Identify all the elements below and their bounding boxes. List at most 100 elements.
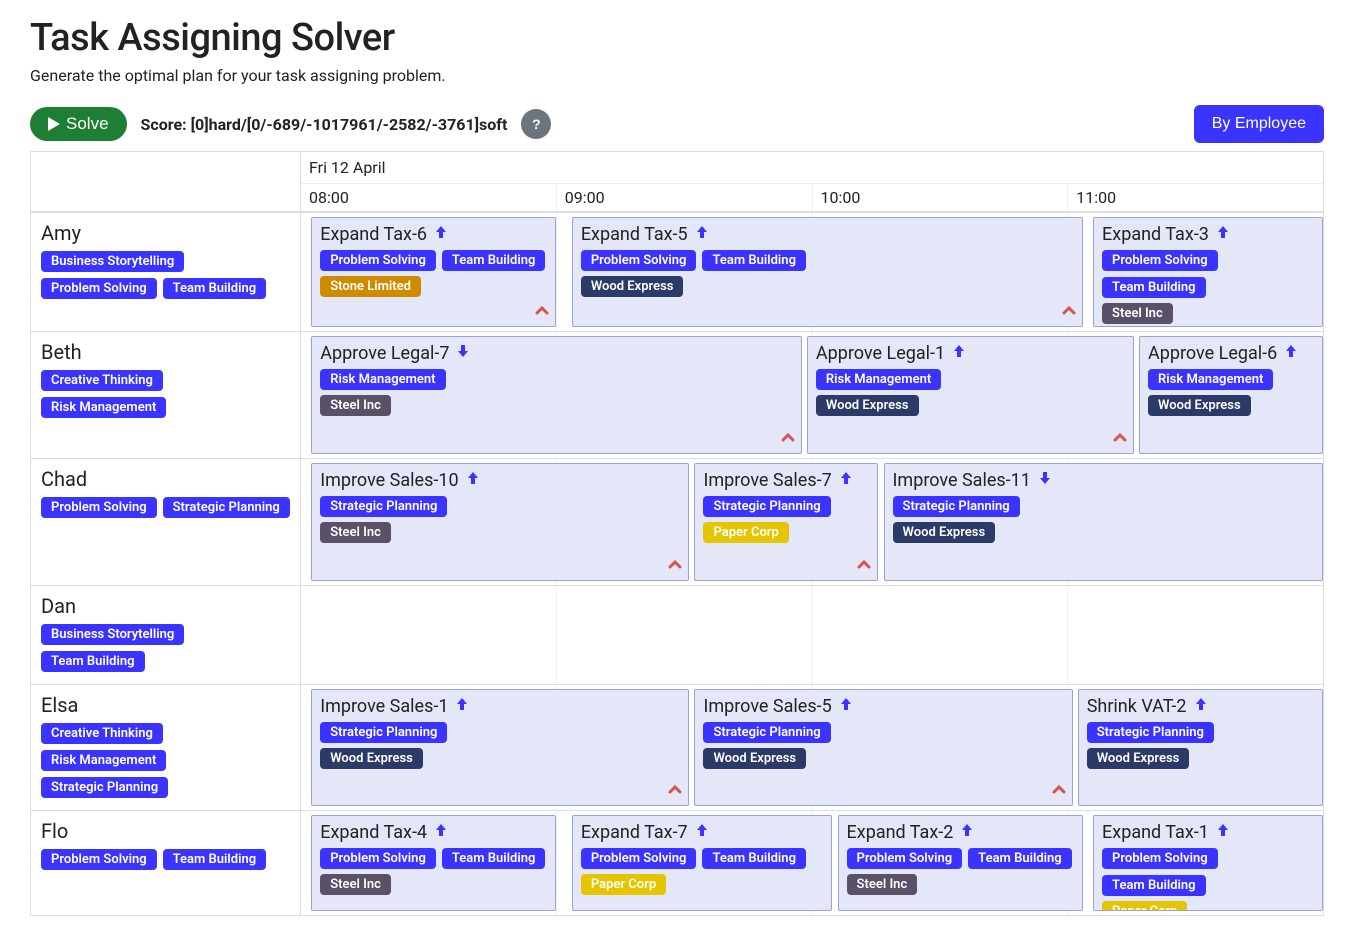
arrow-up-icon <box>454 696 470 717</box>
timeline-date: Fri 12 April <box>301 152 1323 184</box>
page-subtitle: Generate the optimal plan for your task … <box>30 66 1324 85</box>
arrow-up-icon <box>694 224 710 245</box>
employee-sidebar: AmyBusiness StorytellingProblem SolvingT… <box>31 213 301 331</box>
chevron-up-icon <box>781 430 795 449</box>
arrow-up-icon <box>1215 224 1231 245</box>
task-skill-badge: Problem Solving <box>320 848 436 869</box>
task-card[interactable]: Improve Sales-7 Strategic Planning Paper C… <box>694 463 878 581</box>
task-card[interactable]: Improve Sales-10 Strategic Planning Steel … <box>311 463 689 581</box>
task-skill-badge: Problem Solving <box>1102 848 1218 869</box>
task-skill-badge: Strategic Planning <box>1087 722 1214 743</box>
arrow-up-icon <box>433 224 449 245</box>
task-title: Shrink VAT-2 <box>1087 696 1187 717</box>
company-badge: Steel Inc <box>1102 303 1173 324</box>
task-card[interactable]: Expand Tax-3Problem SolvingTeam Building… <box>1093 217 1323 327</box>
task-title: Expand Tax-6 <box>320 224 427 245</box>
play-icon <box>48 117 60 131</box>
employee-lane[interactable]: Improve Sales-1Strategic PlanningWood Ex… <box>301 685 1323 810</box>
score-text: Score: [0]hard/[0/-689/-1017961/-2582/-3… <box>141 115 508 134</box>
timeline-header-spacer <box>31 152 301 211</box>
employee-sidebar: ChadProblem SolvingStrategic Planning <box>31 459 301 585</box>
task-skill-badge: Strategic Planning <box>893 496 1020 517</box>
skill-badge: Strategic Planning <box>41 777 168 798</box>
task-skill-badge: Team Building <box>1102 277 1206 298</box>
task-skill-badge: Risk Management <box>1148 369 1273 390</box>
arrow-up-icon <box>1193 696 1209 717</box>
skill-badge: Creative Thinking <box>41 723 163 744</box>
task-skill-badge: Strategic Planning <box>320 722 447 743</box>
task-title: Improve Sales-5 <box>703 696 831 717</box>
employee-row: BethCreative ThinkingRisk Management Appr… <box>31 331 1323 458</box>
task-skill-badge: Team Building <box>968 848 1072 869</box>
skill-badge: Business Storytelling <box>41 624 184 645</box>
schedule-grid: Fri 12 April 08:0009:0010:0011:00 AmyBus… <box>30 151 1324 916</box>
employee-lane[interactable]: Improve Sales-10 Strategic Planning Steel … <box>301 459 1323 585</box>
task-card[interactable]: Approve Legal-1Risk ManagementWood Expre… <box>807 336 1134 454</box>
help-button[interactable]: ? <box>521 109 551 139</box>
timeline-header: Fri 12 April 08:0009:0010:0011:00 <box>31 152 1323 212</box>
task-skill-badge: Team Building <box>442 848 546 869</box>
task-card[interactable]: Expand Tax-4Problem SolvingTeam Building… <box>311 815 556 911</box>
task-card[interactable]: Improve Sales-5 Strategic Planning Wood Ex… <box>694 689 1072 806</box>
hour-label: 11:00 <box>1067 184 1323 211</box>
chevron-up-icon <box>1052 782 1066 801</box>
task-skill-badge: Strategic Planning <box>320 496 447 517</box>
task-card[interactable]: Expand Tax-5Problem SolvingTeam Building… <box>572 217 1083 327</box>
task-skill-badge: Team Building <box>442 250 546 271</box>
task-skill-badge: Problem Solving <box>581 848 697 869</box>
task-title: Approve Legal-7 <box>320 343 449 364</box>
task-title: Approve Legal-6 <box>1148 343 1277 364</box>
company-badge: Wood Express <box>703 748 806 769</box>
arrow-up-icon <box>433 822 449 843</box>
task-title: Improve Sales-10 <box>320 470 458 491</box>
task-title: Expand Tax-7 <box>581 822 688 843</box>
employee-sidebar: BethCreative ThinkingRisk Management <box>31 332 301 458</box>
arrow-up-icon <box>465 470 481 491</box>
task-title: Expand Tax-2 <box>847 822 954 843</box>
skill-badge: Risk Management <box>41 397 166 418</box>
employee-lane[interactable]: Expand Tax-6 Problem Solving Team Building… <box>301 213 1323 331</box>
task-skill-badge: Strategic Planning <box>703 496 830 517</box>
employee-row: ChadProblem SolvingStrategic PlanningImp… <box>31 458 1323 585</box>
employee-row: Elsa Creative Thinking Risk Management Stra… <box>31 684 1323 810</box>
task-card[interactable]: Improve Sales-11Strategic PlanningWood E… <box>884 463 1323 581</box>
company-badge: Stone Limited <box>320 276 421 297</box>
solve-button[interactable]: Solve <box>30 107 127 141</box>
chevron-up-icon <box>668 782 682 801</box>
task-card[interactable]: Improve Sales-1Strategic PlanningWood Ex… <box>311 689 689 806</box>
task-card[interactable]: Expand Tax-2 Problem SolvingTeam Building… <box>838 815 1083 911</box>
task-card[interactable]: Shrink VAT-2 Strategic Planning Wood Expre… <box>1078 689 1323 806</box>
task-title: Improve Sales-11 <box>893 470 1031 491</box>
skill-badge: Risk Management <box>41 750 166 771</box>
task-skill-badge: Problem Solving <box>581 250 697 271</box>
company-badge: Wood Express <box>816 395 919 416</box>
task-skill-badge: Risk Management <box>320 369 445 390</box>
task-title: Approve Legal-1 <box>816 343 945 364</box>
employee-row: FloProblem SolvingTeam BuildingExpand Ta… <box>31 810 1323 915</box>
task-card[interactable]: Approve Legal-6Risk ManagementWood Expre… <box>1139 336 1323 454</box>
company-badge: Wood Express <box>320 748 423 769</box>
employee-name: Chad <box>41 467 290 491</box>
employee-name: Elsa <box>41 693 290 717</box>
employee-sidebar: FloProblem SolvingTeam Building <box>31 811 301 915</box>
company-badge: Wood Express <box>1087 748 1190 769</box>
task-card[interactable]: Expand Tax-6Problem SolvingTeam Building… <box>311 217 556 327</box>
view-by-employee-button[interactable]: By Employee <box>1194 105 1324 143</box>
skill-badge: Business Storytelling <box>41 251 184 272</box>
task-title: Improve Sales-7 <box>703 470 831 491</box>
task-skill-badge: Strategic Planning <box>703 722 830 743</box>
company-badge: Steel Inc <box>320 522 391 543</box>
employee-lane[interactable] <box>301 586 1323 684</box>
task-card[interactable]: Expand Tax-7Problem SolvingTeam Building… <box>572 815 833 911</box>
company-badge: Steel Inc <box>320 874 391 895</box>
company-badge: Paper Corp <box>1102 901 1187 911</box>
company-badge: Wood Express <box>581 276 684 297</box>
task-skill-badge: Problem Solving <box>847 848 963 869</box>
company-badge: Paper Corp <box>703 522 788 543</box>
employee-lane[interactable]: Approve Legal-7Risk ManagementSteel IncA… <box>301 332 1323 458</box>
chevron-up-icon <box>857 557 871 576</box>
task-card[interactable]: Approve Legal-7Risk ManagementSteel Inc <box>311 336 802 454</box>
employee-lane[interactable]: Expand Tax-4Problem SolvingTeam Building… <box>301 811 1323 915</box>
task-card[interactable]: Expand Tax-1Problem SolvingTeam Building… <box>1093 815 1323 911</box>
arrow-up-icon <box>838 696 854 717</box>
